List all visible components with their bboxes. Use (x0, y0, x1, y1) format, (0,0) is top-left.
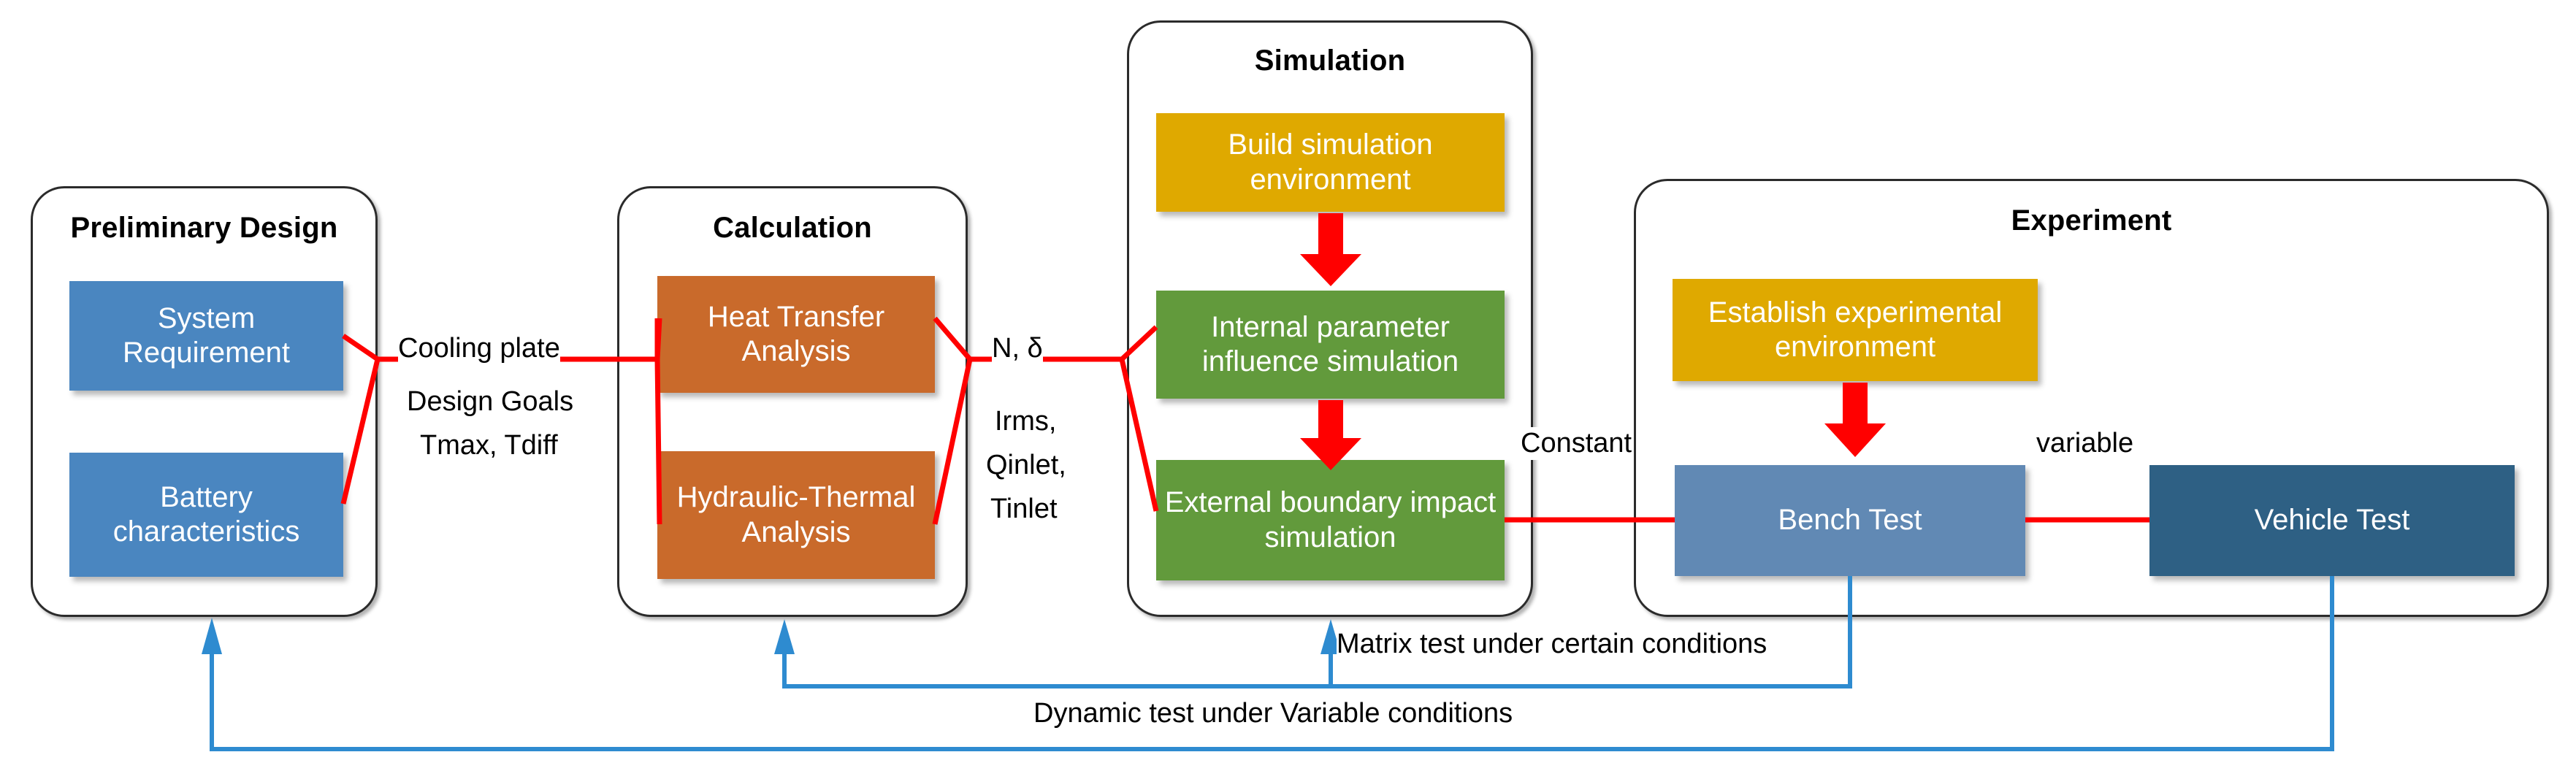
edge-label-irms: Irms, (995, 405, 1057, 438)
feedback-matrix-arrowhead (774, 619, 795, 654)
edge-prelim-top (342, 334, 379, 361)
edge-label-matrix-test: Matrix test under certain conditions (1337, 628, 1767, 661)
edge-label-variable: variable (2036, 427, 2134, 460)
edge-label-n-delta: N, δ (992, 332, 1043, 365)
connector-layer (202, 213, 2334, 751)
edge-label-cooling-plate: Cooling plate (398, 332, 560, 365)
edge-label-dynamic-test: Dynamic test under Variable conditions (1033, 697, 1513, 730)
edge-calc-fan-top (654, 318, 662, 360)
edge-label-design-goals: Design Goals (407, 386, 574, 418)
edge-label-constant: Constant (1521, 427, 1632, 460)
feedback-dynamic-arrowhead (202, 618, 222, 654)
edge-calc-out-top (933, 316, 972, 361)
edge-sim-fan-top (1120, 325, 1158, 361)
edge-label-design-goals-params: Tmax, Tdiff (420, 429, 558, 462)
edge-calc-fan-bottom (654, 358, 662, 525)
arrow-establish-to-bench (1824, 383, 1886, 457)
edge-label-tinlet: Tinlet (990, 493, 1058, 526)
edge-prelim-bottom (340, 358, 381, 505)
edge-label-qinlet: Qinlet, (986, 449, 1066, 482)
edge-calc-out-bottom (932, 358, 973, 525)
diagram-canvas: Preliminary Design Calculation Simulatio… (0, 0, 2576, 771)
edge-sim-fan-bottom (1119, 358, 1159, 512)
arrow-build-to-internal (1300, 213, 1361, 286)
arrow-internal-to-external (1300, 400, 1361, 470)
